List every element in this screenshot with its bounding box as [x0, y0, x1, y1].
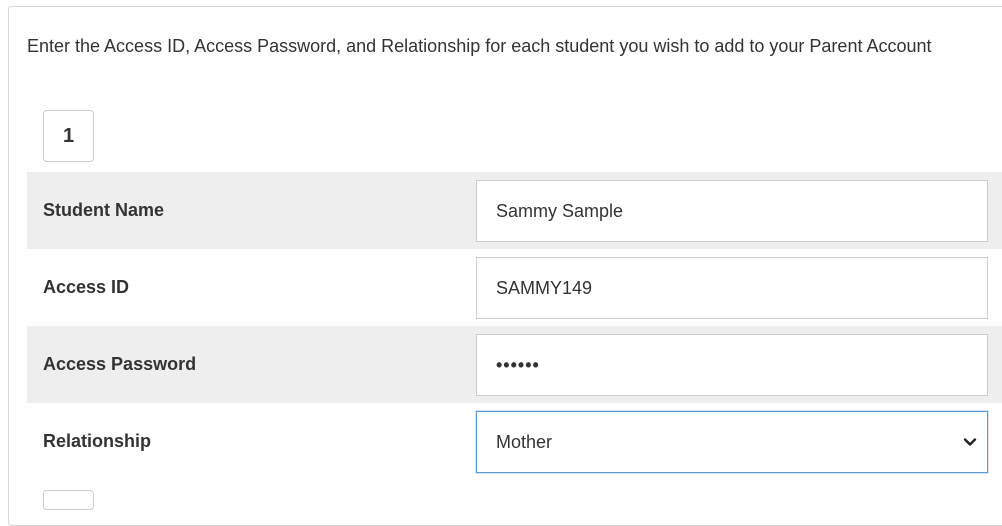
student-name-value: Sammy Sample — [496, 200, 624, 221]
access-password-label: Access Password — [43, 354, 197, 374]
access-id-input[interactable]: SAMMY149 — [476, 257, 988, 319]
student-name-input[interactable]: Sammy Sample — [476, 180, 988, 242]
chevron-down-icon — [963, 435, 977, 449]
student-name-label: Student Name — [43, 200, 165, 220]
access-password-input[interactable]: •••••• — [476, 334, 988, 396]
instructions-text: Enter the Access ID, Access Password, an… — [27, 36, 932, 56]
access-id-label: Access ID — [43, 277, 130, 297]
relationship-label: Relationship — [43, 431, 152, 451]
relationship-value: Mother — [496, 431, 553, 452]
access-password-value: •••••• — [496, 354, 540, 375]
step-number: 1 — [62, 124, 75, 147]
relationship-select[interactable]: Mother — [476, 411, 988, 473]
access-id-value: SAMMY149 — [496, 277, 593, 298]
student-step-badge: 1 — [43, 110, 94, 162]
next-step-badge — [43, 490, 94, 510]
